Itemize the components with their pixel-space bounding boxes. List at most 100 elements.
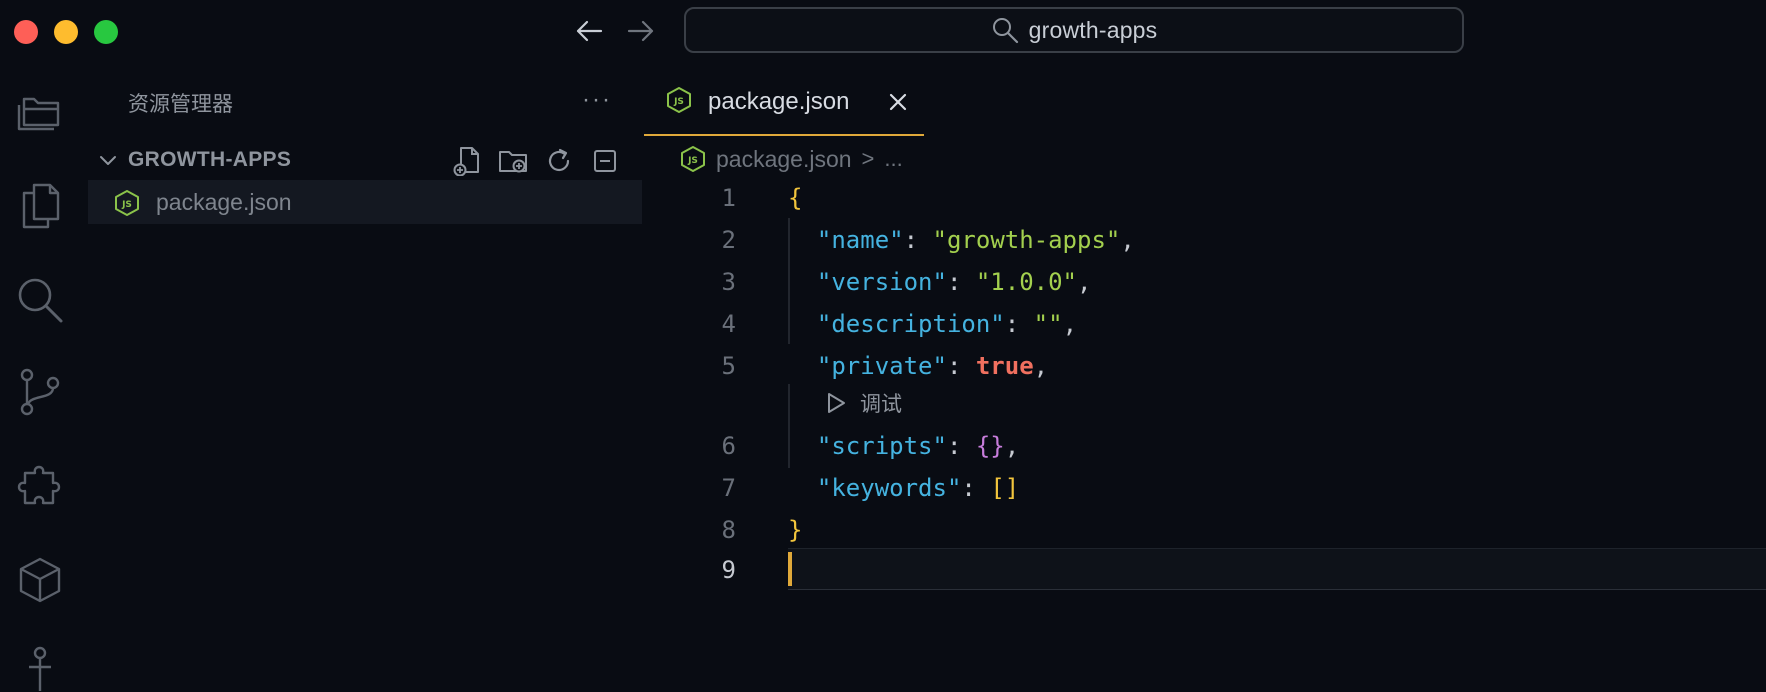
activity-search[interactable] xyxy=(14,274,66,326)
new-folder-icon xyxy=(499,151,527,173)
json-key: "name" xyxy=(816,226,904,254)
svg-text:JS: JS xyxy=(687,156,698,166)
new-file-icon xyxy=(453,147,479,176)
breadcrumb-separator: > xyxy=(861,146,875,171)
arrow-right-icon xyxy=(627,20,654,42)
code-line: 2 "name": "growth-apps", xyxy=(644,218,1766,260)
activity-extensions[interactable] xyxy=(14,460,66,512)
json-key: "keywords" xyxy=(816,474,962,502)
activity-explorer[interactable] xyxy=(14,84,66,136)
refresh-icon xyxy=(548,148,570,172)
search-icon xyxy=(992,18,1018,44)
line-number: 3 xyxy=(721,268,736,296)
tab-close-button[interactable] xyxy=(884,88,912,116)
editor-tab-package-json[interactable]: JS package.json xyxy=(644,72,924,136)
chevron-down-icon xyxy=(100,156,116,165)
json-comma: , xyxy=(1077,268,1092,296)
line-number: 7 xyxy=(721,474,736,502)
activity-remote[interactable] xyxy=(14,554,66,606)
arrow-left-icon xyxy=(576,20,603,42)
code-line: 3 "version": "1.0.0", xyxy=(644,260,1766,302)
folder-section-header[interactable]: GROWTH-APPS xyxy=(88,140,642,180)
collapse-all-button[interactable] xyxy=(590,146,620,176)
line-number: 9 xyxy=(721,556,736,584)
activity-anchor[interactable] xyxy=(14,644,66,692)
folder-name: GROWTH-APPS xyxy=(128,148,292,171)
editor-tab-bar: JS package.json xyxy=(644,64,1766,136)
json-colon: : xyxy=(946,268,976,296)
code-line: 7 "keywords": [] xyxy=(644,466,1766,508)
json-boolean: true xyxy=(975,352,1034,380)
json-string: "growth-apps" xyxy=(932,226,1121,254)
json-comma: , xyxy=(1004,432,1020,460)
collapse-all-icon xyxy=(594,150,616,172)
new-folder-button[interactable] xyxy=(498,146,528,176)
command-center-search[interactable]: growth-apps xyxy=(684,7,1464,53)
line-number: 1 xyxy=(721,184,736,212)
window-minimize-button[interactable] xyxy=(54,20,78,44)
json-colon: : xyxy=(961,474,991,502)
activity-bar xyxy=(0,64,80,692)
tab-label: package.json xyxy=(708,88,850,115)
file-tree-item[interactable]: JS package.json xyxy=(88,180,642,224)
play-icon xyxy=(828,393,845,413)
json-key: "scripts" xyxy=(816,432,947,460)
breadcrumb: JS package.json > ... xyxy=(680,142,903,176)
json-comma: , xyxy=(1033,352,1049,380)
code-line: 9 xyxy=(644,548,1766,590)
anchor-icon xyxy=(29,646,51,691)
file-tree-item-label: package.json xyxy=(156,189,292,215)
nodejs-file-icon: JS xyxy=(681,146,705,172)
source-control-icon xyxy=(20,368,60,416)
new-file-button[interactable] xyxy=(452,146,482,176)
puzzle-icon xyxy=(17,465,61,505)
code-line: 5 "private": true, xyxy=(644,344,1766,386)
explorer-more-button[interactable]: ··· xyxy=(582,86,612,114)
line-number: 5 xyxy=(721,352,736,380)
json-key: "private" xyxy=(816,352,947,380)
nodejs-file-icon: JS xyxy=(667,87,691,113)
refresh-button[interactable] xyxy=(544,146,574,176)
window-maximize-button[interactable] xyxy=(94,20,118,44)
json-colon: : xyxy=(903,226,933,254)
json-brace: } xyxy=(788,516,803,544)
nav-back-button[interactable] xyxy=(572,14,606,48)
close-icon xyxy=(889,93,907,111)
json-key: "version" xyxy=(816,268,947,296)
app-window: growth-apps 资源管理器 ··· GROWTH-APPS JS pac… xyxy=(0,0,1766,692)
breadcrumb-symbols[interactable]: ... xyxy=(884,146,902,172)
line-number: 2 xyxy=(721,226,736,254)
debug-codelens-label: 调试 xyxy=(860,393,902,416)
breadcrumb-file[interactable]: package.json xyxy=(716,146,852,173)
window-close-button[interactable] xyxy=(14,20,38,44)
activity-files[interactable] xyxy=(14,180,66,232)
nav-forward-button[interactable] xyxy=(624,14,658,48)
explorer-sidebar: 资源管理器 ··· GROWTH-APPS JS package.json xyxy=(88,64,642,692)
editor-area: JS package.json JS package.json > ... 1 … xyxy=(644,64,1766,692)
nodejs-file-icon: JS xyxy=(115,190,139,216)
cube-icon xyxy=(19,557,61,603)
json-object: {} xyxy=(975,432,1005,460)
folder-icon xyxy=(17,97,60,131)
files-icon xyxy=(22,183,60,229)
explorer-title: 资源管理器 xyxy=(128,93,233,116)
json-colon: : xyxy=(946,352,976,380)
json-key: "description" xyxy=(816,310,1005,338)
json-string: "1.0.0" xyxy=(975,268,1078,296)
code-line: 4 "description": "", xyxy=(644,302,1766,344)
code-line: 8 } xyxy=(644,508,1766,550)
code-line: 6 "scripts": {}, xyxy=(644,424,1766,466)
json-comma: , xyxy=(1120,226,1135,254)
svg-text:JS: JS xyxy=(673,97,684,107)
json-colon: : xyxy=(1004,310,1034,338)
json-colon: : xyxy=(946,432,976,460)
text-cursor xyxy=(788,552,792,586)
svg-text:JS: JS xyxy=(121,200,132,210)
json-array: [] xyxy=(990,474,1020,502)
activity-source-control[interactable] xyxy=(14,366,66,418)
json-brace: { xyxy=(788,184,803,212)
line-number: 8 xyxy=(721,516,736,544)
json-comma: , xyxy=(1062,310,1078,338)
line-number: 4 xyxy=(721,310,736,338)
debug-codelens[interactable]: 调试 xyxy=(826,388,902,418)
